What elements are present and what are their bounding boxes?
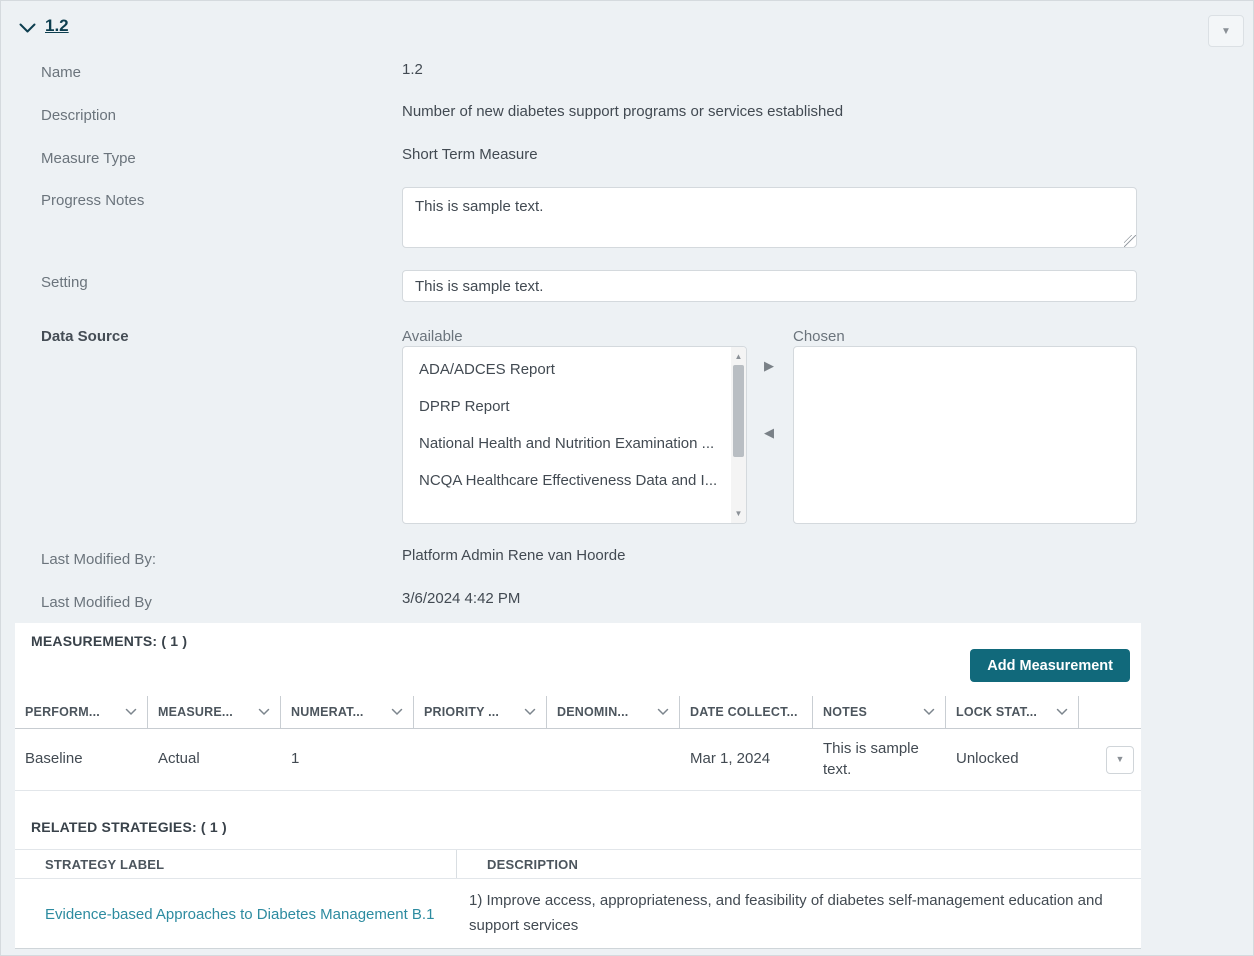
move-left-icon[interactable]: ◀: [764, 425, 774, 441]
column-header-date-collected[interactable]: DATE COLLECT...: [680, 696, 813, 728]
cell-performance: Baseline: [25, 750, 83, 768]
collapse-chevron-icon[interactable]: [19, 21, 36, 39]
list-item[interactable]: NCQA Healthcare Effectiveness Data and I…: [403, 462, 731, 499]
column-header-notes[interactable]: NOTES: [813, 696, 946, 728]
measure-type-value: Short Term Measure: [402, 146, 538, 163]
page-actions-menu-button[interactable]: ▼: [1208, 15, 1244, 47]
measurements-panel: MEASUREMENTS: ( 1 ) Add Measurement PERF…: [15, 623, 1141, 949]
measurements-table-header: PERFORM... MEASURE... NUMERAT... PRIORIT…: [15, 696, 1141, 729]
caret-down-icon: ▼: [1115, 754, 1125, 765]
listbox-scrollbar[interactable]: ▲ ▼: [731, 347, 746, 523]
sort-chevron-icon: [657, 708, 669, 716]
list-item[interactable]: ADA/ADCES Report: [403, 351, 731, 388]
column-header-measure[interactable]: MEASURE...: [148, 696, 281, 728]
scrollbar-thumb[interactable]: [733, 365, 744, 457]
column-header-denominator[interactable]: DENOMIN...: [547, 696, 680, 728]
measurement-table-row: Baseline Actual 1 Mar 1, 2024 This is sa…: [15, 729, 1141, 791]
column-header-description: DESCRIPTION: [487, 856, 579, 872]
strategy-table-row: Evidence-based Approaches to Diabetes Ma…: [15, 879, 1141, 949]
related-strategies-title: RELATED STRATEGIES: ( 1 ): [31, 819, 227, 835]
column-header-actions: [1079, 696, 1141, 728]
move-right-icon[interactable]: ▶: [764, 358, 774, 374]
add-measurement-button[interactable]: Add Measurement: [970, 649, 1130, 682]
scroll-up-icon[interactable]: ▲: [731, 349, 746, 364]
chosen-listbox[interactable]: [793, 346, 1137, 524]
progress-notes-label: Progress Notes: [41, 192, 145, 209]
sort-chevron-icon: [125, 708, 137, 716]
page-title[interactable]: 1.2: [45, 16, 69, 36]
sort-chevron-icon: [1056, 708, 1068, 716]
strategies-table-header: STRATEGY LABEL DESCRIPTION: [15, 849, 1141, 879]
available-label: Available: [402, 328, 463, 345]
list-item[interactable]: DPRP Report: [403, 388, 731, 425]
cell-lock-status: Unlocked: [956, 750, 1019, 768]
column-header-strategy-label: STRATEGY LABEL: [15, 850, 457, 878]
strategy-link[interactable]: Evidence-based Approaches to Diabetes Ma…: [15, 906, 457, 923]
name-value: 1.2: [402, 61, 423, 78]
cell-notes: This is sample text.: [823, 740, 919, 778]
sort-chevron-icon: [258, 708, 270, 716]
cell-date-collected: Mar 1, 2024: [690, 750, 771, 768]
measure-type-label: Measure Type: [41, 150, 136, 167]
description-label: Description: [41, 107, 117, 124]
sort-chevron-icon: [524, 708, 536, 716]
caret-down-icon: ▼: [1221, 25, 1231, 37]
available-listbox[interactable]: ADA/ADCES Report DPRP Report National He…: [402, 346, 747, 524]
name-label: Name: [41, 64, 82, 81]
last-modified-by-name-value: Platform Admin Rene van Hoorde: [402, 547, 626, 564]
data-source-label: Data Source: [41, 328, 129, 345]
last-modified-by-date-label: Last Modified By: [41, 594, 152, 611]
strategy-description: 1) Improve access, appropriateness, and …: [469, 892, 1103, 934]
row-actions-menu-button[interactable]: ▼: [1106, 745, 1134, 774]
column-header-priority[interactable]: PRIORITY ...: [414, 696, 547, 728]
last-modified-by-name-label: Last Modified By:: [41, 551, 157, 568]
setting-label: Setting: [41, 274, 88, 291]
sort-chevron-icon: [923, 708, 935, 716]
description-value: Number of new diabetes support programs …: [402, 103, 844, 120]
list-item[interactable]: National Health and Nutrition Examinatio…: [403, 425, 731, 462]
scroll-down-icon[interactable]: ▼: [731, 506, 746, 521]
cell-measure: Actual: [158, 750, 200, 768]
cell-numerator: 1: [291, 750, 300, 768]
sort-chevron-icon: [391, 708, 403, 716]
setting-input[interactable]: [402, 270, 1137, 302]
cell-actions: ▼: [1079, 745, 1144, 774]
column-header-performance[interactable]: PERFORM...: [15, 696, 148, 728]
column-header-numerator[interactable]: NUMERAT...: [281, 696, 414, 728]
measurements-title: MEASUREMENTS: ( 1 ): [31, 633, 188, 649]
measure-detail-page: 1.2 ▼ Name 1.2 Description Number of new…: [0, 0, 1254, 956]
last-modified-by-date-value: 3/6/2024 4:42 PM: [402, 590, 521, 607]
column-header-lock-status[interactable]: LOCK STAT...: [946, 696, 1079, 728]
progress-notes-textarea[interactable]: This is sample text.: [402, 187, 1137, 248]
chosen-label: Chosen: [793, 328, 845, 345]
